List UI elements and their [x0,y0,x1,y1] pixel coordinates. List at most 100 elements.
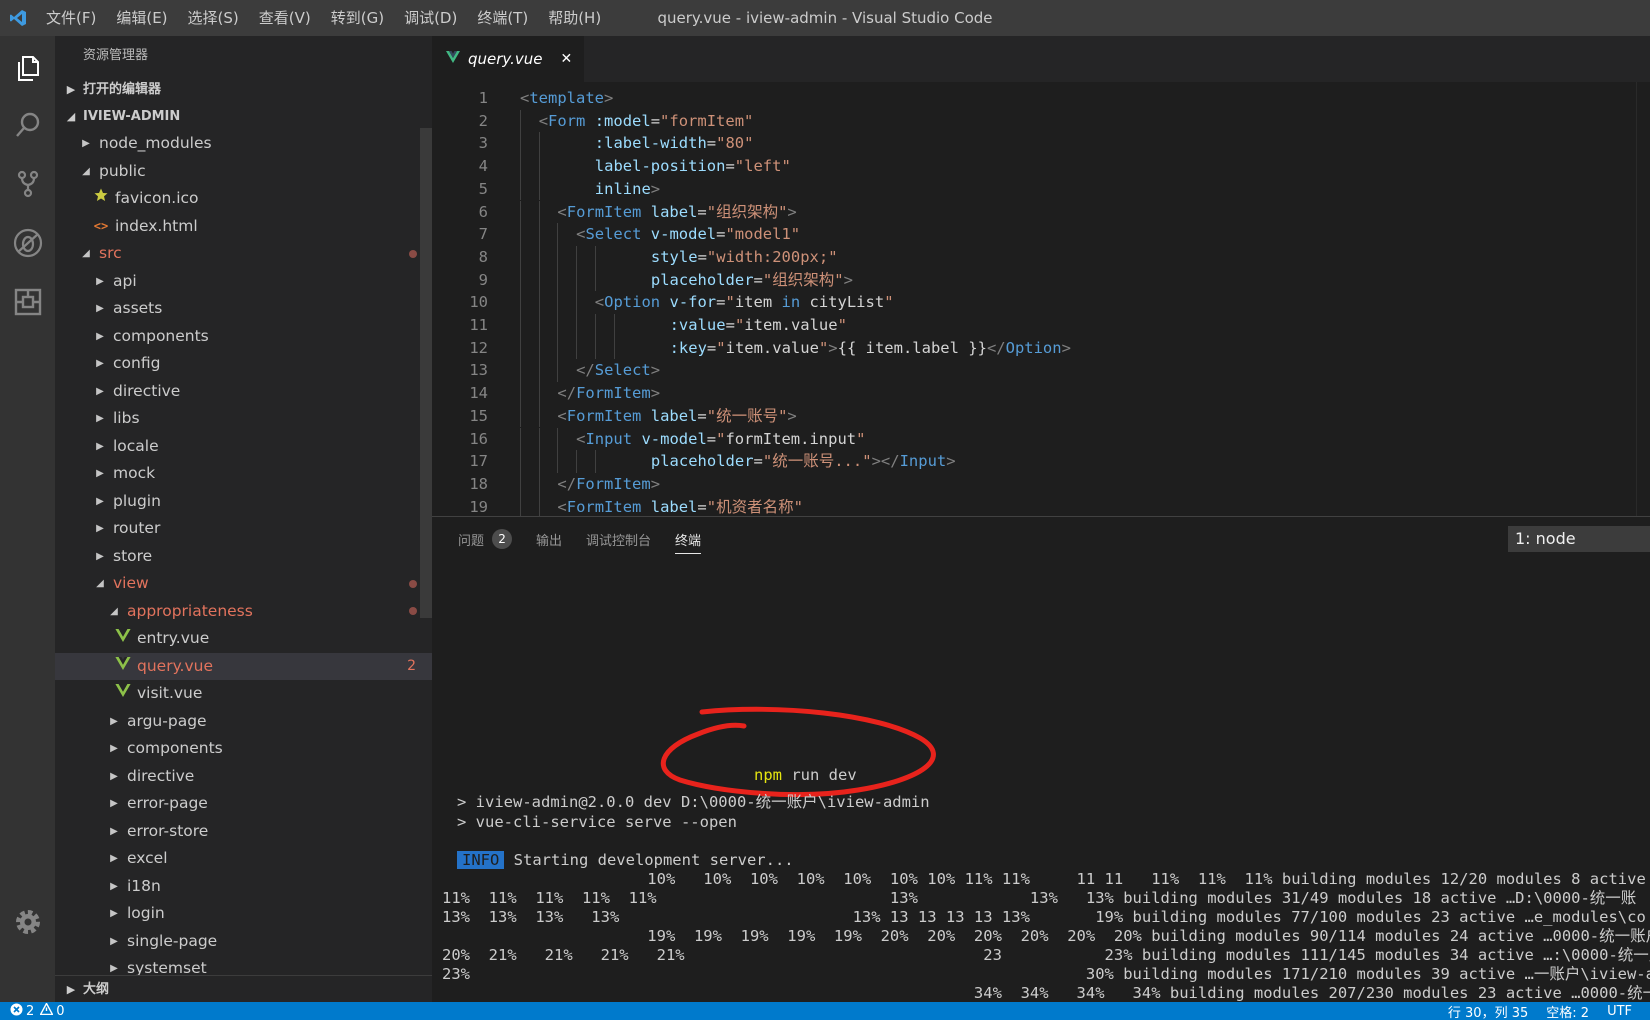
folder-item[interactable]: ▶ plugin [55,488,432,516]
folder-item[interactable]: ▶ assets [55,295,432,323]
debug-icon[interactable] [0,215,55,270]
code-text: :key="item.value">{{ item.label }}</Opti… [670,337,1071,361]
code-token: item.value [744,316,838,334]
folder-item[interactable]: ▶ locale [55,433,432,461]
code-token: </ [880,452,900,471]
folder-item[interactable]: ▶ i18n [55,873,432,901]
folder-item[interactable]: ▶ error-page [55,790,432,818]
problems-status[interactable]: 2 0 [0,1002,65,1020]
folder-item[interactable]: ▶ mock [55,460,432,488]
folder-item[interactable]: ▶ error-store [55,818,432,846]
indent-guide [520,223,521,246]
code-token: style [650,247,698,266]
code-token: < [557,202,567,221]
folder-item[interactable]: ◢ appropriateness [55,598,432,626]
file-item[interactable]: entry.vue [55,625,432,653]
code-line: 3:label-width="80" [432,132,1650,156]
folder-item[interactable]: ▶ directive [55,378,432,406]
menu-selection[interactable]: 选择(S) [178,0,249,36]
indentation[interactable]: 空格: 2 [1546,1002,1589,1020]
problems-count-badge: 2 [492,529,513,549]
folder-item[interactable]: ▶ single-page [55,928,432,956]
menu-edit[interactable]: 编辑(E) [106,0,177,36]
indent-guide [538,200,540,224]
folder-item[interactable]: ▶ store [55,543,432,571]
menu-terminal[interactable]: 终端(T) [467,0,538,36]
tab-terminal[interactable]: 终端 [675,517,702,561]
folder-item[interactable]: ▶ config [55,350,432,378]
settings-gear-icon[interactable] [0,894,55,949]
menu-go[interactable]: 转到(G) [321,0,394,36]
folder-item[interactable]: ▶ directive [55,763,432,791]
folder-item[interactable]: ▶ components [55,735,432,763]
menu-view[interactable]: 查看(V) [249,0,321,36]
line-number: 6 [478,202,488,221]
terminal-select[interactable]: 1: node [1508,526,1650,552]
indent-guide [538,268,540,292]
code-token: label-position [594,157,726,176]
code-token: </ [986,338,1006,357]
tab-debug-console[interactable]: 调试控制台 [586,517,651,561]
line-number: 2 [478,111,488,130]
folder-item[interactable]: ◢ view [55,570,432,598]
file-item[interactable]: query.vue 2 [55,652,432,680]
close-icon[interactable]: ✕ [561,51,573,67]
status-right: 行 30，列 35 空格: 2 UTF [1448,1002,1650,1020]
open-editors-section[interactable]: ▶ 打开的编辑器 [55,76,432,103]
folder-item[interactable]: ▶ router [55,515,432,543]
tab-output[interactable]: 输出 [536,517,562,561]
code-text: </FormItem> [557,382,660,406]
indent-guide [613,336,615,360]
tree-item-label: argu-page [127,711,207,730]
folder-item[interactable]: ◢ src [55,240,432,268]
source-control-icon[interactable] [0,156,55,211]
folder-item[interactable]: ▶ node_modules [55,130,432,158]
cursor-position[interactable]: 行 30，列 35 [1448,1002,1528,1020]
editor-scrollbar[interactable] [1636,82,1650,516]
tree-item-label: error-store [127,821,209,840]
explorer-title: 资源管理器 [83,48,149,63]
tree-item-label: store [113,546,153,565]
code-line: 12:key="item.value">{{ item.label }}</Op… [432,336,1650,361]
code-text: style="width:200px;" [651,246,838,270]
code-text: <template> [520,87,613,111]
tab-problems[interactable]: 问题 2 [458,517,513,561]
code-token: > [604,89,614,107]
outline-label: 大纲 [83,981,110,997]
line-number: 13 [469,361,488,380]
sidebar-scrollbar[interactable] [420,128,432,618]
menu-debug[interactable]: 调试(D) [394,0,467,36]
file-item[interactable]: visit.vue [55,680,432,708]
code-token: template [529,89,604,107]
folder-item[interactable]: ▶ excel [55,845,432,873]
line-number: 19 [469,497,488,516]
encoding[interactable]: UTF [1607,1004,1632,1019]
chevron-right-icon: ▶ [82,138,90,149]
code-text: :label-width="80" [595,132,754,156]
project-section[interactable]: ◢ IVIEW-ADMIN [55,103,432,130]
tab-query-vue[interactable]: query.vue ✕ [432,36,584,82]
code-token: "width:200px;" [706,247,838,266]
code-editor[interactable]: 1 <template> 2 <Form :model="formItem" 3:lab… [432,82,1650,516]
folder-item[interactable]: ▶ argu-page [55,708,432,736]
terminal-output[interactable]: npm run dev > iview-admin@2.0.0 dev D:\0… [432,561,1650,1003]
file-item[interactable]: <> index.html [55,213,432,241]
outline-section[interactable]: ▶ 大纲 [55,975,432,1002]
folder-item[interactable]: ◢ public [55,158,432,186]
chevron-right-icon: ▶ [96,275,104,287]
file-item[interactable]: favicon.ico [55,185,432,213]
folder-item[interactable]: ▶ login [55,900,432,928]
chevron-down-icon: ◢ [96,578,104,589]
search-icon[interactable] [0,97,55,152]
code-text: <Option v-for="item in cityList" [595,291,894,315]
folder-item[interactable]: ▶ components [55,323,432,351]
folder-item[interactable]: ▶ api [55,268,432,296]
extensions-icon[interactable] [0,274,55,329]
files-icon[interactable] [0,40,55,95]
code-token: Option [1005,338,1062,357]
menu-file[interactable]: 文件(F) [36,0,106,36]
folder-item[interactable]: ▶ libs [55,405,432,433]
menu-help[interactable]: 帮助(H) [538,0,611,36]
